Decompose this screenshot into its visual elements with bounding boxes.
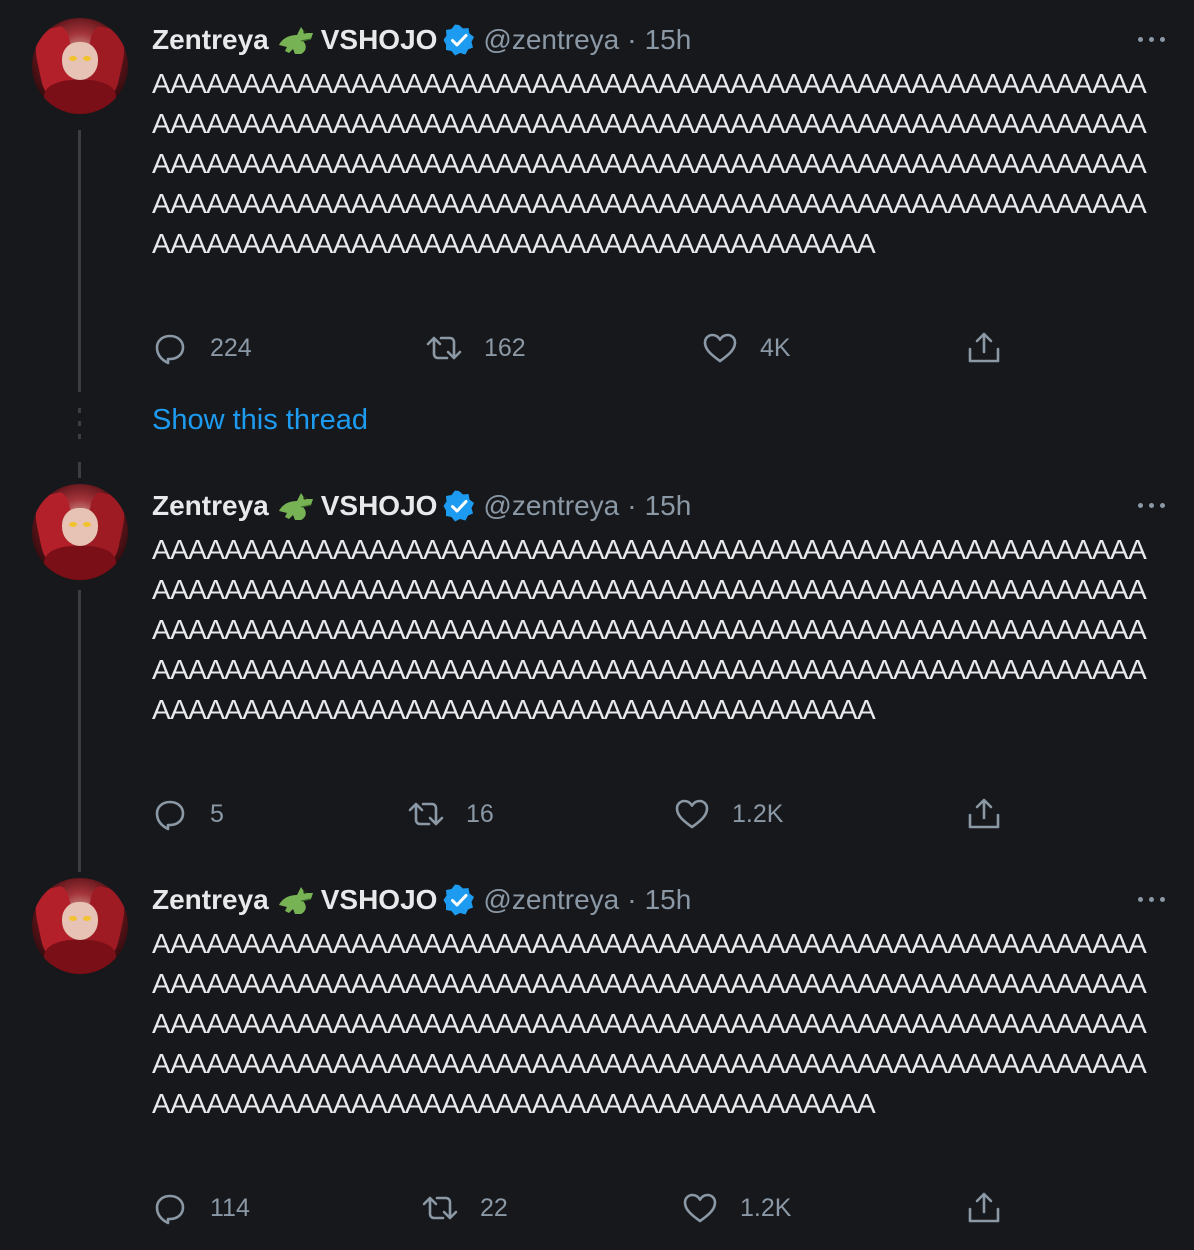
author-name[interactable]: Zentreya [152, 490, 269, 522]
share-button[interactable] [966, 794, 1024, 834]
retweet-count: 162 [484, 333, 526, 362]
reply-icon [155, 1194, 185, 1225]
verified-badge-icon [443, 490, 475, 522]
retweet-button[interactable]: 162 [426, 328, 526, 368]
tweet-header: Zentreya VSHOJO @zentreya · 15h [152, 882, 691, 918]
tweet-header: Zentreya VSHOJO @zentreya · 15h [152, 488, 691, 524]
share-icon [968, 798, 1000, 829]
author-org: VSHOJO [320, 884, 438, 915]
retweet-icon [408, 802, 444, 826]
author-handle[interactable]: @zentreya [483, 884, 619, 916]
retweet-icon [422, 1196, 458, 1220]
like-icon [703, 333, 737, 363]
separator-dot: · [627, 884, 637, 915]
retweet-count: 22 [480, 1193, 508, 1222]
reply-button[interactable]: 5 [152, 794, 224, 834]
retweet-count: 16 [466, 799, 494, 828]
crocodile-icon [277, 489, 315, 523]
crocodile-icon [277, 883, 315, 917]
reply-count: 114 [210, 1193, 250, 1222]
reply-button[interactable]: 224 [152, 328, 252, 368]
tweet-text: AAAAAAAAAAAAAAAAAAAAAAAAAAAAAAAAAAAAAAAA… [152, 534, 1147, 725]
avatar[interactable] [32, 18, 128, 114]
like-count: 4K [760, 333, 791, 362]
author-handle[interactable]: @zentreya [483, 24, 619, 56]
reply-button[interactable]: 114 [152, 1188, 250, 1228]
avatar[interactable] [32, 878, 128, 974]
share-icon [968, 1192, 1000, 1223]
reply-icon [155, 334, 185, 365]
thread-gap-dots [78, 408, 81, 447]
like-count: 1.2K [740, 1193, 792, 1222]
author-name[interactable]: Zentreya [152, 24, 269, 56]
share-button[interactable] [966, 328, 1024, 368]
tweet-timestamp[interactable]: 15h [645, 490, 692, 522]
retweet-icon [426, 336, 462, 360]
tweet-text: AAAAAAAAAAAAAAAAAAAAAAAAAAAAAAAAAAAAAAAA… [152, 928, 1147, 1119]
author-handle[interactable]: @zentreya [483, 490, 619, 522]
like-button[interactable]: 1.2K [682, 1188, 791, 1228]
tweet-header: Zentreya VSHOJO @zentreya · 15h [152, 22, 691, 58]
separator-dot: · [627, 490, 637, 521]
tweet-actions: 224 162 4K [152, 328, 1012, 368]
like-button[interactable]: 1.2K [674, 794, 783, 834]
like-icon [683, 1193, 717, 1223]
reply-count: 224 [210, 333, 252, 362]
like-button[interactable]: 4K [702, 328, 791, 368]
thread-connector-line [78, 462, 81, 478]
verified-badge-icon [443, 884, 475, 916]
author-name[interactable]: Zentreya [152, 884, 269, 916]
more-icon[interactable] [1136, 896, 1168, 904]
separator-dot: · [627, 24, 637, 55]
retweet-button[interactable]: 22 [422, 1188, 508, 1228]
more-icon[interactable] [1136, 36, 1168, 44]
share-icon [968, 332, 1000, 363]
retweet-button[interactable]: 16 [408, 794, 494, 834]
more-icon[interactable] [1136, 502, 1168, 510]
reply-icon [155, 800, 185, 831]
tweet-timestamp[interactable]: 15h [645, 884, 692, 916]
thread-connector-line [78, 590, 81, 872]
tweet-text: AAAAAAAAAAAAAAAAAAAAAAAAAAAAAAAAAAAAAAAA… [152, 68, 1147, 259]
tweet-actions: 114 22 1.2K [152, 1188, 1012, 1228]
thread-connector-line [78, 130, 81, 392]
reply-count: 5 [210, 799, 224, 828]
show-thread-link[interactable]: Show this thread [152, 404, 368, 437]
verified-badge-icon [443, 24, 475, 56]
share-button[interactable] [966, 1188, 1024, 1228]
like-icon [675, 799, 709, 829]
author-org: VSHOJO [320, 490, 438, 521]
tweet-actions: 5 16 1.2K [152, 794, 1012, 834]
tweet-timestamp[interactable]: 15h [645, 24, 692, 56]
like-count: 1.2K [732, 799, 784, 828]
crocodile-icon [277, 23, 315, 57]
avatar[interactable] [32, 484, 128, 580]
author-org: VSHOJO [320, 24, 438, 55]
